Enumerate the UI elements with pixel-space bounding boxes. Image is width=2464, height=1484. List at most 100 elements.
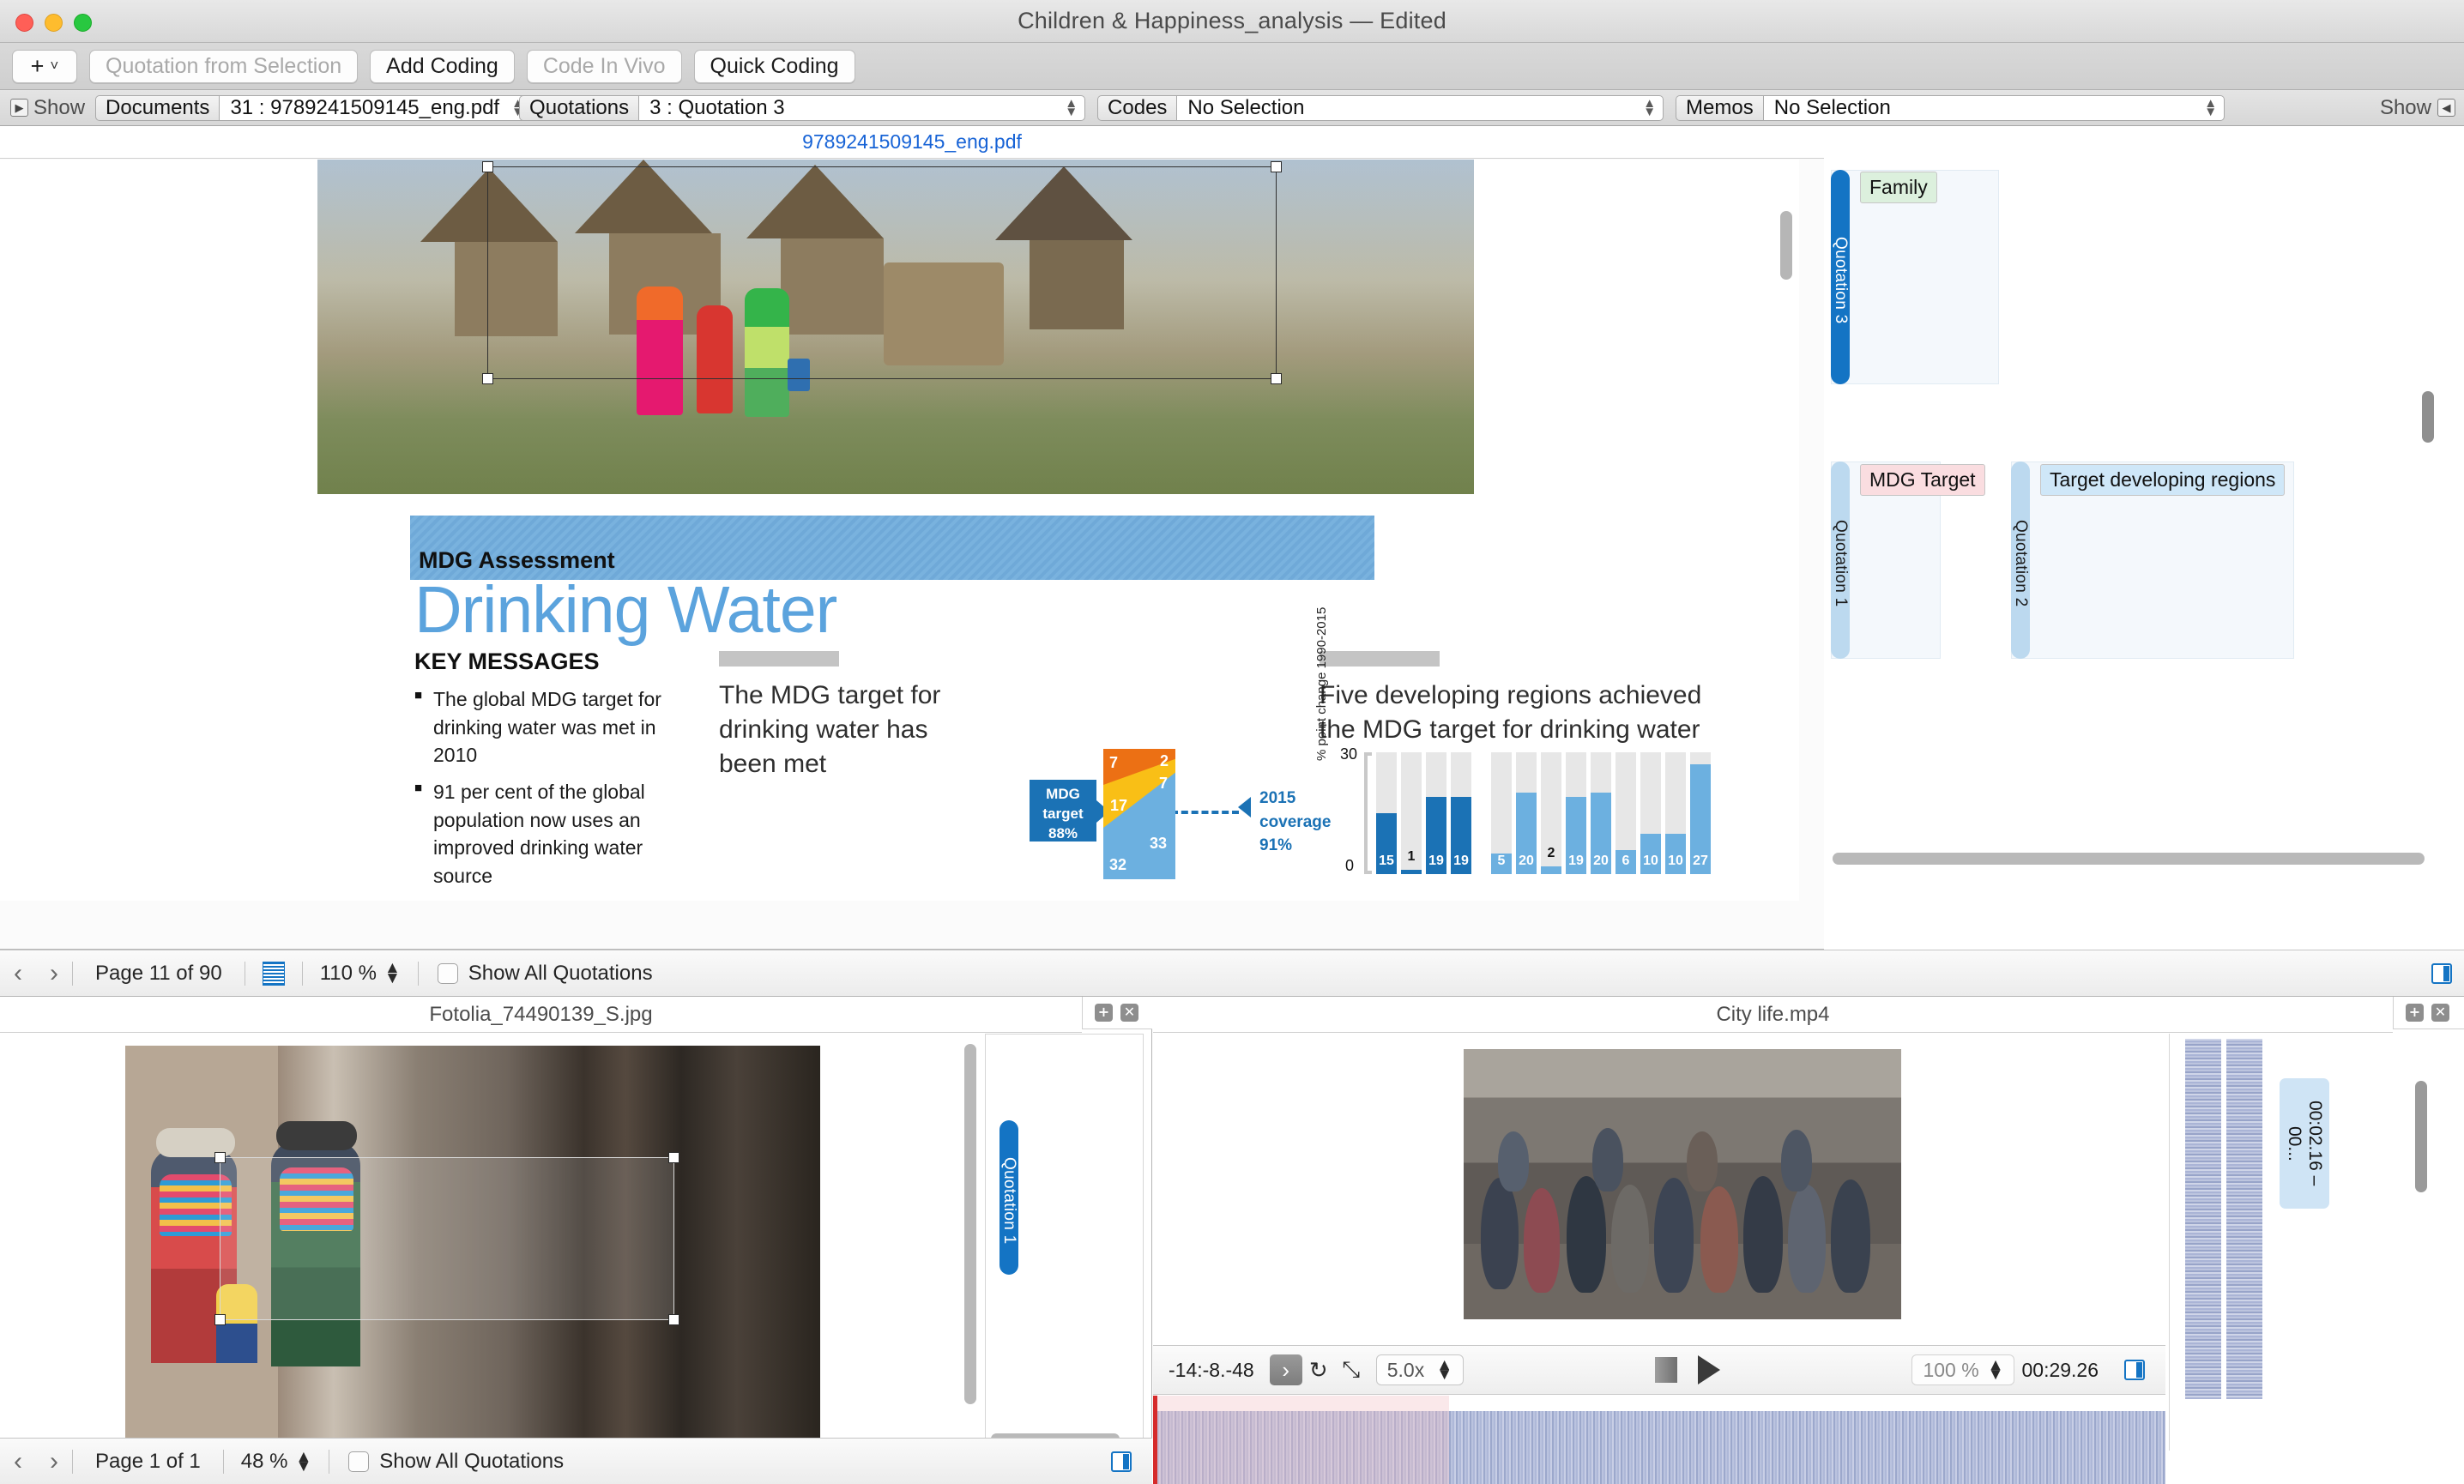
code-chip-family[interactable]: Family [1860,172,1937,203]
stepper-icon[interactable]: ▲▼ [384,963,401,982]
playback-speed-control[interactable]: 5.0x ▲▼ [1376,1354,1464,1385]
selection-handle[interactable] [1271,161,1282,172]
add-coding-button[interactable]: Add Coding [370,50,515,83]
quotation-from-selection-button[interactable]: Quotation from Selection [89,50,358,83]
pdf-image-selection[interactable] [487,166,1277,379]
selection-handle[interactable] [668,1152,679,1163]
show-right-group[interactable]: Show ◀ [2380,96,2464,120]
video-quotation-time-chip[interactable]: 00:02.16 – 00... [2280,1078,2329,1209]
pdf-canvas[interactable]: MDG Assessment Drinking Water KEY MESSAG… [0,160,1799,901]
stack-value: 17 [1110,797,1127,815]
quotations-selector-value[interactable]: 3 : Quotation 3 ▲▼ [638,95,1085,121]
video-coding-vertical-scrollbar[interactable] [2415,1081,2427,1192]
image-canvas[interactable] [0,1034,961,1445]
stepper-icon[interactable]: ▲▼ [295,1452,311,1471]
quotation-bar-3[interactable]: Quotation 3 [1831,170,1850,384]
stepper-icon[interactable]: ▲▼ [1436,1360,1452,1379]
quick-coding-button[interactable]: Quick Coding [694,50,855,83]
expand-panel-icon[interactable]: + [2406,1004,2424,1022]
image-selection-rectangle[interactable] [220,1157,674,1320]
show-all-quotations-checkbox[interactable] [438,963,458,984]
next-page-icon[interactable]: › [36,959,72,988]
infographic-kicker: MDG Assessment [419,547,615,574]
selection-handle[interactable] [482,373,493,384]
quotation-highlight-region [1157,1396,1449,1484]
show-all-quotations-checkbox[interactable] [348,1451,369,1472]
previous-page-icon[interactable]: ‹ [0,959,36,988]
bar-slot: 15 [1376,752,1397,874]
toggle-image-coding-margin-icon[interactable] [1111,1451,1132,1472]
selection-handle[interactable] [482,161,493,172]
disclosure-right-icon[interactable]: ▶ [10,99,28,117]
image-filename[interactable]: Fotolia_74490139_S.jpg [429,1003,652,1027]
minimize-window-button[interactable] [45,14,63,32]
step-forward-icon[interactable]: › [1270,1354,1302,1385]
stepper-icon[interactable]: ▲▼ [2204,100,2217,116]
documents-selector-value[interactable]: 31 : 9789241509145_eng.pdf ▲▼ [219,95,532,121]
thumbnails-icon[interactable] [263,962,285,986]
quotation-bar-1[interactable]: Quotation 1 [1831,461,1850,659]
show-all-quotations-label: Show All Quotations [468,962,653,986]
disclosure-left-icon[interactable]: ◀ [2437,99,2455,117]
loop-icon[interactable]: ↻ [1302,1354,1335,1385]
selection-handle[interactable] [1271,373,1282,384]
image-panel-window-buttons: + ✕ [1082,997,1152,1029]
bar-value-label: 19 [1451,854,1471,869]
bar-value-label: 15 [1376,854,1397,869]
toggle-coding-margin-icon[interactable] [2431,963,2452,984]
close-panel-icon[interactable]: ✕ [1120,1004,1138,1022]
previous-page-icon[interactable]: ‹ [0,1447,36,1476]
quotations-selector[interactable]: Quotations 3 : Quotation 3 ▲▼ [519,95,1085,121]
stop-button-icon[interactable] [1655,1357,1677,1383]
image-zoom-control[interactable]: 48 % ▲▼ [224,1450,329,1474]
close-panel-icon[interactable]: ✕ [2431,1004,2449,1022]
video-stage: -14:-8.-48 › ↻ ⤡ 5.0x ▲▼ 100 % ▲▼ 00:29.… [1153,1034,2165,1451]
memos-selector-value[interactable]: No Selection ▲▼ [1763,95,2225,121]
documents-selector-text: 31 : 9789241509145_eng.pdf [230,96,499,120]
pdf-show-all-quotations-control[interactable]: Show All Quotations [419,962,653,986]
image-show-all-quotations-control[interactable]: Show All Quotations [329,1450,564,1474]
coverage-arrow-icon [1238,797,1251,817]
maximize-window-button[interactable] [74,14,92,32]
coding-margin-body: Quotation 3 Family Quotation 1 MDG Targe… [1824,160,2442,880]
y-axis-bracket [1364,752,1372,874]
quotation-bar-2[interactable]: Quotation 2 [2011,461,2030,659]
expand-panel-icon[interactable]: + [1095,1004,1113,1022]
documents-selector[interactable]: Documents 31 : 9789241509145_eng.pdf ▲▼ [95,95,507,121]
memos-selector[interactable]: Memos No Selection ▲▼ [1676,95,2225,121]
memos-selector-label: Memos [1676,95,1763,121]
volume-control[interactable]: 100 % ▲▼ [1911,1354,2014,1385]
application-window: Children & Happiness_analysis — Edited +… [0,0,2464,1484]
selection-handle[interactable] [214,1152,226,1163]
image-vertical-scrollbar[interactable] [964,1044,976,1404]
next-page-icon[interactable]: › [36,1447,72,1476]
video-waveform-area[interactable] [1153,1396,2165,1484]
pdf-zoom-control[interactable]: 110 % ▲▼ [303,962,418,986]
video-frame[interactable] [1464,1049,1901,1319]
fullscreen-icon[interactable]: ⤡ [1335,1354,1368,1385]
pdf-filename[interactable]: 9789241509145_eng.pdf [802,130,1022,154]
show-left-group[interactable]: ▶ Show [0,96,95,120]
stepper-icon[interactable]: ▲▼ [1643,100,1656,116]
code-chip-target-developing-regions[interactable]: Target developing regions [2040,464,2285,496]
window-traffic-lights [15,14,92,32]
code-in-vivo-button[interactable]: Code In Vivo [527,50,682,83]
key-message-item: 91 per cent of the global population now… [414,778,698,890]
selection-handle[interactable] [668,1314,679,1325]
selection-handle[interactable] [214,1314,226,1325]
pdf-vertical-scrollbar[interactable] [1780,211,1792,280]
codes-selector-value[interactable]: No Selection ▲▼ [1176,95,1664,121]
image-quotation-bar-1[interactable]: Quotation 1 [999,1120,1018,1275]
add-button[interactable]: + ˅ [12,50,77,83]
bar-slot: 10 [1640,752,1661,874]
stepper-icon[interactable]: ▲▼ [1065,100,1078,116]
stepper-icon[interactable]: ▲▼ [1988,1360,2004,1379]
close-window-button[interactable] [15,14,33,32]
video-filename[interactable]: City life.mp4 [1716,1003,1829,1027]
play-button-icon[interactable] [1698,1355,1720,1384]
codes-selector[interactable]: Codes No Selection ▲▼ [1097,95,1664,121]
coding-margin-horizontal-scrollbar[interactable] [1833,853,2425,865]
code-chip-mdg-target[interactable]: MDG Target [1860,464,1985,496]
coding-margin-vertical-scrollbar[interactable] [2422,391,2434,443]
toggle-video-coding-margin-icon[interactable] [2124,1360,2145,1380]
